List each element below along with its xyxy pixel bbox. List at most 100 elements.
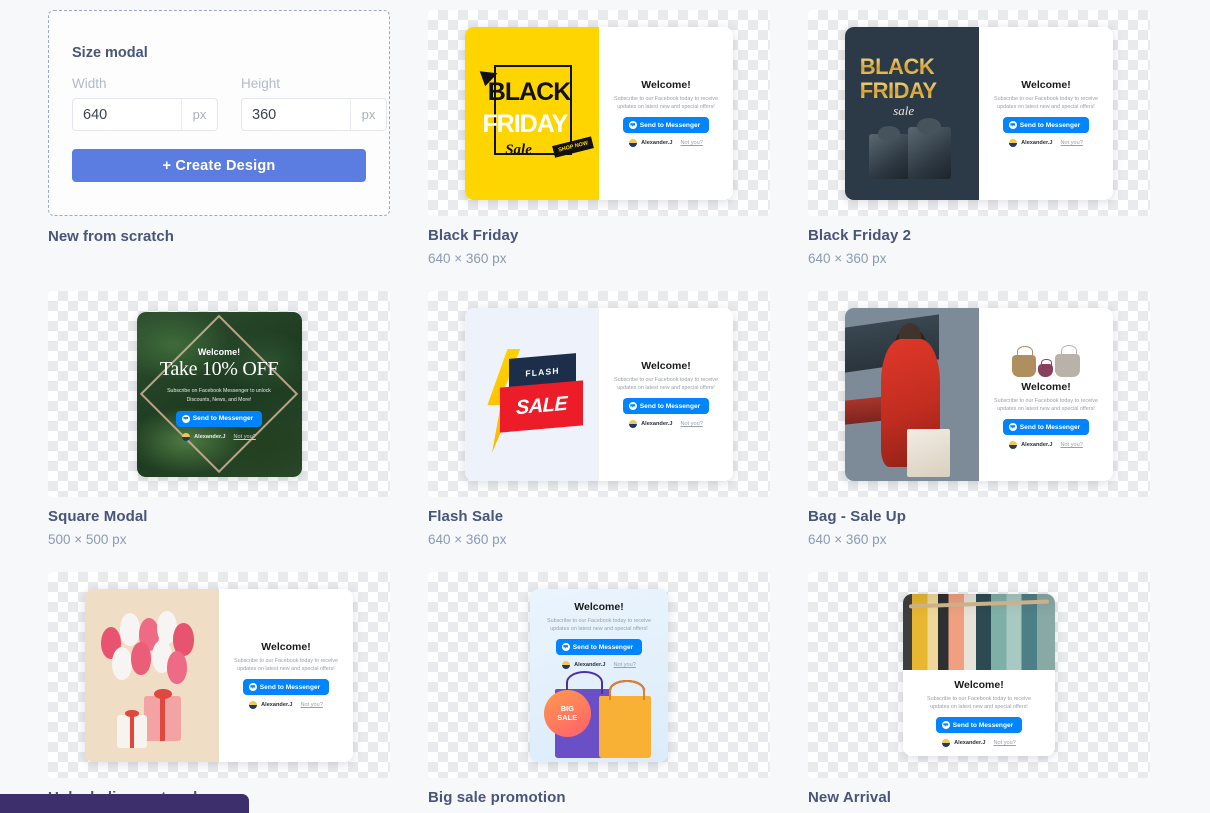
avatar: [942, 739, 951, 748]
send-to-messenger-button[interactable]: Send to Messenger: [1002, 419, 1090, 436]
modal-content: Welcome! Subscribe to our Facebook today…: [530, 589, 668, 670]
messenger-icon: [628, 402, 637, 411]
template-thumbnail[interactable]: FLASH SALE Welcome! Subscribe to our Fac…: [428, 291, 770, 497]
balloon-icon: [111, 647, 132, 681]
send-to-messenger-button[interactable]: Send to Messenger: [1002, 117, 1090, 134]
send-to-messenger-button[interactable]: Send to Messenger: [935, 717, 1023, 734]
modal-content: Welcome! Subscribe to our Facebook today…: [979, 26, 1113, 200]
template-thumbnail[interactable]: Welcome! Subscribe to our Facebook today…: [808, 572, 1150, 778]
welcome-heading: Welcome!: [1021, 78, 1071, 91]
width-input-wrapper[interactable]: px: [72, 98, 218, 131]
template-thumbnail[interactable]: Welcome! Subscribe to our Facebook today…: [48, 572, 390, 778]
balloon-icon: [130, 642, 151, 675]
template-thumbnail[interactable]: BLACK FRIDAY Sale SHOP NOW Welcome! Subs…: [428, 10, 770, 216]
height-input[interactable]: [242, 99, 350, 130]
template-size: 640 × 360 px: [428, 532, 507, 547]
template-title: New Arrival: [808, 789, 892, 806]
bow-shape: [917, 117, 942, 135]
headline: Take 10% OFF: [159, 358, 279, 381]
height-field-group: Height px: [241, 76, 387, 131]
template-thumbnail[interactable]: BLACK FRIDAY sale Welcome! Subscribe to …: [808, 10, 1150, 216]
welcome-subtitle: Subscribe to our Facebook today to recei…: [614, 95, 718, 110]
artwork-clothes-rack: [903, 594, 1055, 671]
template-card-square-modal[interactable]: Welcome! Take 10% OFF Subscribe on Faceb…: [48, 291, 390, 547]
template-title: Black Friday: [428, 227, 519, 244]
art-text-line2: FRIDAY: [859, 78, 937, 104]
modal-preview: FLASH SALE Welcome! Subscribe to our Fac…: [465, 307, 733, 481]
send-to-messenger-label: Send to Messenger: [192, 415, 254, 423]
handbags-image: [1012, 339, 1080, 377]
template-card-new-arrival[interactable]: Welcome! Subscribe to our Facebook today…: [808, 572, 1150, 813]
welcome-heading: Welcome!: [197, 347, 241, 358]
create-design-button[interactable]: + Create Design: [72, 149, 366, 182]
gift-box-icon: [117, 709, 147, 748]
avatar: [562, 661, 571, 670]
send-to-messenger-button[interactable]: Send to Messenger: [242, 679, 330, 696]
send-to-messenger-button[interactable]: Send to Messenger: [622, 117, 710, 134]
welcome-subtitle: Subscribe to our Facebook today to recei…: [927, 695, 1031, 711]
avatar: [629, 420, 638, 429]
template-card-black-friday[interactable]: BLACK FRIDAY Sale SHOP NOW Welcome! Subs…: [428, 10, 770, 266]
modal-preview: Welcome! Subscribe to our Facebook today…: [845, 307, 1113, 481]
not-you-link[interactable]: Not you?: [301, 702, 323, 708]
badge-line-2: SALE: [557, 712, 578, 722]
template-thumbnail[interactable]: BIG SALE Welcome! Subscribe to our Faceb…: [428, 572, 770, 778]
messenger-icon: [628, 121, 637, 130]
send-to-messenger-label: Send to Messenger: [639, 121, 701, 129]
user-row: Alexander.J Not you?: [182, 432, 256, 441]
width-unit-label: px: [181, 99, 217, 130]
clothes-rail-shape: [909, 599, 1049, 608]
not-you-link[interactable]: Not you?: [614, 662, 636, 668]
send-to-messenger-button[interactable]: Send to Messenger: [175, 410, 263, 427]
template-card-flash-sale[interactable]: FLASH SALE Welcome! Subscribe to our Fac…: [428, 291, 770, 547]
handbag-icon: [1038, 358, 1053, 377]
not-you-link[interactable]: Not you?: [1061, 442, 1083, 448]
send-to-messenger-button[interactable]: Send to Messenger: [622, 398, 710, 415]
new-from-scratch-card: Size modal Width px Height px: [48, 10, 390, 266]
modal-preview: Welcome! Take 10% OFF Subscribe on Faceb…: [136, 311, 302, 477]
template-thumbnail[interactable]: Welcome! Take 10% OFF Subscribe on Faceb…: [48, 291, 390, 497]
messenger-icon: [1008, 121, 1017, 130]
artwork-flash-sale: FLASH SALE: [465, 307, 599, 481]
template-card-black-friday-2[interactable]: BLACK FRIDAY sale Welcome! Subscribe to …: [808, 10, 1150, 266]
template-size: 640 × 360 px: [808, 532, 887, 547]
not-you-link[interactable]: Not you?: [681, 421, 703, 427]
not-you-link[interactable]: Not you?: [1061, 140, 1083, 146]
template-card-unlock-discount-code[interactable]: Welcome! Subscribe to our Facebook today…: [48, 572, 390, 813]
artwork-woman-red-coat: [845, 307, 979, 481]
handbag-icon: [1012, 346, 1036, 377]
send-to-messenger-label: Send to Messenger: [572, 643, 634, 651]
height-input-wrapper[interactable]: px: [241, 98, 387, 131]
not-you-link[interactable]: Not you?: [234, 434, 256, 440]
sale-banner: SALE: [499, 379, 583, 433]
user-row: Alexander.J Not you?: [1009, 441, 1083, 450]
messenger-icon: [1008, 423, 1017, 432]
not-you-link[interactable]: Not you?: [994, 740, 1016, 746]
welcome-heading: Welcome!: [641, 359, 691, 372]
avatar: [629, 139, 638, 148]
template-title: Black Friday 2: [808, 227, 912, 244]
avatar: [182, 432, 191, 441]
send-to-messenger-button[interactable]: Send to Messenger: [555, 639, 643, 656]
template-size: 500 × 500 px: [48, 532, 127, 547]
user-row: Alexander.J Not you?: [942, 739, 1016, 748]
avatar: [1009, 139, 1018, 148]
template-size: 640 × 360 px: [428, 251, 507, 266]
template-size: 640 × 360 px: [808, 251, 887, 266]
messenger-icon: [181, 414, 190, 423]
width-input[interactable]: [73, 99, 181, 130]
bottom-toast-bar[interactable]: [0, 794, 249, 813]
modal-content: Welcome! Subscribe to our Facebook today…: [219, 588, 353, 762]
username-label: Alexander.J: [1021, 140, 1053, 147]
template-card-big-sale-promotion[interactable]: BIG SALE Welcome! Subscribe to our Faceb…: [428, 572, 770, 813]
size-modal-panel: Size modal Width px Height px: [48, 10, 390, 216]
user-row: Alexander.J Not you?: [629, 420, 703, 429]
handbag-icon: [1055, 344, 1080, 377]
template-thumbnail[interactable]: Welcome! Subscribe to our Facebook today…: [808, 291, 1150, 497]
not-you-link[interactable]: Not you?: [681, 140, 703, 146]
artwork-balloons-gifts: [85, 588, 219, 762]
art-text-line1: BLACK: [487, 78, 571, 107]
template-card-bag-sale-up[interactable]: Welcome! Subscribe to our Facebook today…: [808, 291, 1150, 547]
gift-box-icon: [907, 117, 951, 179]
art-text-line1: FLASH: [525, 364, 560, 379]
